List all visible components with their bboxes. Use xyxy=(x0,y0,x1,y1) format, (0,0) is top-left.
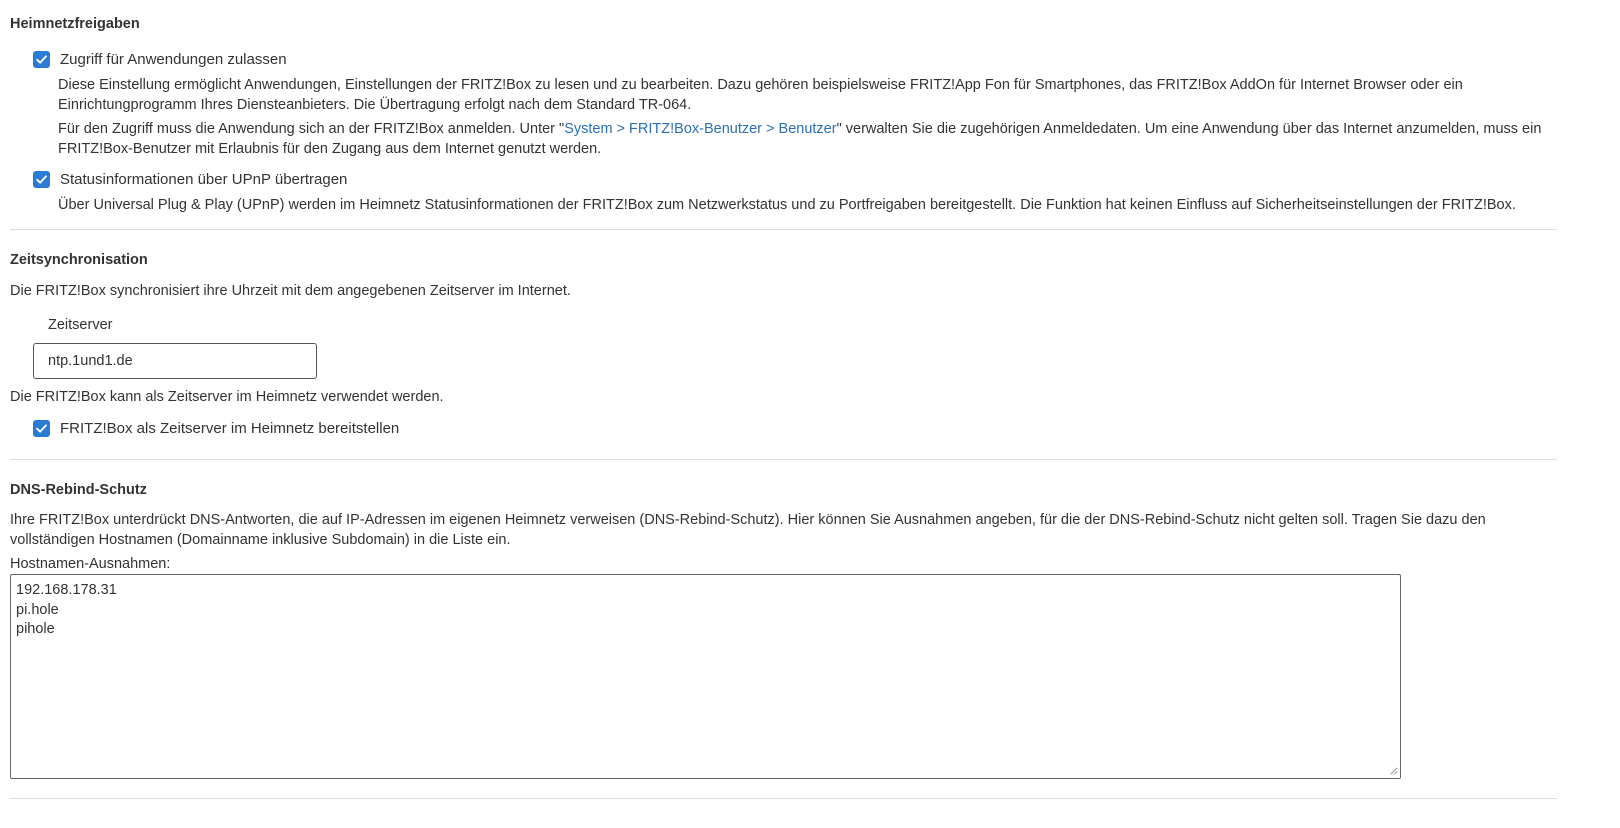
app-access-label[interactable]: Zugriff für Anwendungen zulassen xyxy=(60,51,287,68)
section-divider xyxy=(10,229,1557,230)
app-access-checkbox-row[interactable]: Zugriff für Anwendungen zulassen xyxy=(33,49,287,69)
time-sync-description: Die FRITZ!Box synchronisiert ihre Uhrzei… xyxy=(10,283,571,299)
section-title-zeitsynchronisation: Zeitsynchronisation xyxy=(10,252,148,268)
upnp-checkbox-row[interactable]: Statusinformationen über UPnP übertragen xyxy=(33,169,347,189)
hostname-exceptions-label: Hostnamen-Ausnahmen: xyxy=(10,556,171,572)
section-title-dns-rebind: DNS-Rebind-Schutz xyxy=(10,482,147,498)
checkmark-icon xyxy=(36,54,47,64)
section-title-heimnetzfreigaben: Heimnetzfreigaben xyxy=(10,16,140,32)
app-access-description: Diese Einstellung ermöglicht Anwendungen… xyxy=(58,77,1463,113)
upnp-checkbox[interactable] xyxy=(33,170,50,188)
app-access-checkbox[interactable] xyxy=(33,50,50,68)
upnp-description: Über Universal Plug & Play (UPnP) werden… xyxy=(58,197,1516,213)
section-divider xyxy=(10,459,1557,460)
resize-grip-icon[interactable] xyxy=(1389,766,1398,775)
checkmark-icon xyxy=(36,423,47,433)
time-server-input[interactable] xyxy=(33,343,317,379)
app-access-login-description: Für den Zugriff muss die Anwendung sich … xyxy=(58,119,1568,159)
section-divider xyxy=(10,798,1557,799)
local-time-server-label[interactable]: FRITZ!Box als Zeitserver im Heimnetz ber… xyxy=(60,420,399,437)
users-settings-link[interactable]: System > FRITZ!Box-Benutzer > Benutzer xyxy=(564,121,836,137)
dns-rebind-description: Ihre FRITZ!Box unterdrückt DNS-Antworten… xyxy=(10,512,1486,548)
settings-page: Heimnetzfreigaben Zugriff für Anwendunge… xyxy=(0,0,1620,828)
checkmark-icon xyxy=(36,174,47,184)
hostname-exceptions-textarea[interactable]: 192.168.178.31 pi.hole pihole xyxy=(10,574,1401,779)
local-time-server-checkbox[interactable] xyxy=(33,419,50,437)
time-server-label: Zeitserver xyxy=(48,317,113,333)
local-time-server-checkbox-row[interactable]: FRITZ!Box als Zeitserver im Heimnetz ber… xyxy=(33,418,399,438)
upnp-label[interactable]: Statusinformationen über UPnP übertragen xyxy=(60,171,347,188)
app-access-login-text-pre: Für den Zugriff muss die Anwendung sich … xyxy=(58,121,565,137)
local-time-server-description: Die FRITZ!Box kann als Zeitserver im Hei… xyxy=(10,389,444,405)
